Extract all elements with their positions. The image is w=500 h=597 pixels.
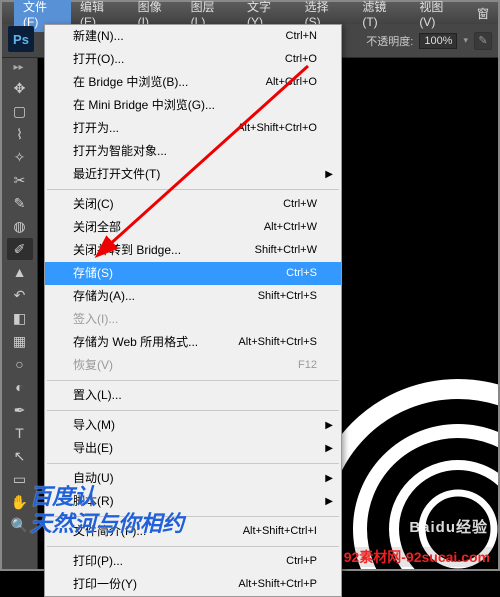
menu-item-shortcut: Ctrl+O (285, 51, 317, 68)
crop-tool[interactable]: ✂ (7, 169, 33, 191)
pen-tool[interactable]: ✒ (7, 399, 33, 421)
menu-item-shortcut: Ctrl+P (286, 553, 317, 570)
menu-item[interactable]: 打开为智能对象... (45, 140, 341, 163)
menu-item-shortcut: F12 (298, 357, 317, 374)
menu-separator (47, 410, 339, 411)
chevron-right-icon: ▶ (325, 166, 333, 183)
menu-item-label: 存储为(A)... (73, 288, 135, 305)
menubar-item[interactable]: 视图(V) (410, 0, 468, 32)
baidu-watermark: Baidu经验 (409, 516, 488, 537)
menu-item-label: 导入(M) (73, 417, 115, 434)
menu-item-shortcut: Alt+Shift+Ctrl+S (238, 334, 317, 351)
opacity-input[interactable]: 100% (419, 33, 457, 49)
chevron-right-icon: ▶ (325, 493, 333, 510)
menu-item[interactable]: 存储为(A)... Shift+Ctrl+S (45, 285, 341, 308)
menu-item: 签入(I)... (45, 308, 341, 331)
menu-item-label: 关闭并转到 Bridge... (73, 242, 181, 259)
move-tool[interactable]: ✥ (7, 77, 33, 99)
menu-item[interactable]: 导入(M) ▶ (45, 414, 341, 437)
menu-item[interactable]: 打印一份(Y) Alt+Shift+Ctrl+P (45, 573, 341, 596)
shape-tool[interactable]: ▭ (7, 468, 33, 490)
menu-separator (47, 380, 339, 381)
menu-item-shortcut: Alt+Ctrl+O (266, 74, 317, 91)
menu-item[interactable]: 关闭(C) Ctrl+W (45, 193, 341, 216)
menu-item[interactable]: 打开(O)... Ctrl+O (45, 48, 341, 71)
watermark-line1: 百度认 (30, 484, 184, 510)
menu-separator (47, 463, 339, 464)
menu-item[interactable]: 在 Bridge 中浏览(B)... Alt+Ctrl+O (45, 71, 341, 94)
gear-icon[interactable]: ✎ (474, 32, 492, 50)
menu-item-shortcut: Ctrl+W (283, 196, 317, 213)
menu-item[interactable]: 存储为 Web 所用格式... Alt+Shift+Ctrl+S (45, 331, 341, 354)
type-tool[interactable]: T (7, 422, 33, 444)
hand-tool[interactable]: ✋ (7, 491, 33, 513)
watermark-text: 百度认 天然河与你相约 (30, 484, 184, 537)
menu-item-label: 关闭(C) (73, 196, 114, 213)
opacity-label: 不透明度: (366, 33, 413, 49)
menu-item[interactable]: 新建(N)... Ctrl+N (45, 25, 341, 48)
menubar: 文件(F)编辑(E)图像(I)图层(L)文字(Y)选择(S)滤镜(T)视图(V)… (2, 2, 498, 24)
menu-item[interactable]: 最近打开文件(T) ▶ (45, 163, 341, 186)
menu-item-label: 在 Bridge 中浏览(B)... (73, 74, 188, 91)
zoom-tool[interactable]: 🔍 (7, 514, 33, 536)
menubar-item[interactable]: 窗 (468, 2, 498, 25)
menu-item[interactable]: 关闭全部 Alt+Ctrl+W (45, 216, 341, 239)
path-tool[interactable]: ↖ (7, 445, 33, 467)
menu-item-label: 最近打开文件(T) (73, 166, 160, 183)
menu-item-shortcut: Shift+Ctrl+W (255, 242, 317, 259)
menu-item-label: 打开为... (73, 120, 119, 137)
menu-item-label: 签入(I)... (73, 311, 118, 328)
sucai-watermark: 92素材网-92sucai.com (342, 547, 492, 567)
menu-item-label: 在 Mini Bridge 中浏览(G)... (73, 97, 215, 114)
menu-item-label: 打开(O)... (73, 51, 124, 68)
menu-item-label: 恢复(V) (73, 357, 113, 374)
watermark-line2: 天然河与你相约 (30, 511, 184, 537)
eraser-tool[interactable]: ◧ (7, 307, 33, 329)
menu-item: 恢复(V) F12 (45, 354, 341, 377)
menu-item-label: 打开为智能对象... (73, 143, 167, 160)
chevron-right-icon: ▶ (325, 417, 333, 434)
menu-item[interactable]: 置入(L)... (45, 384, 341, 407)
app-logo: Ps (8, 26, 34, 52)
heal-tool[interactable]: ◍ (7, 215, 33, 237)
menubar-item[interactable]: 滤镜(T) (353, 0, 410, 32)
menu-item-shortcut: Ctrl+S (286, 265, 317, 282)
menu-item[interactable]: 打印(P)... Ctrl+P (45, 550, 341, 573)
menu-item[interactable]: 导出(E) ▶ (45, 437, 341, 460)
eyedropper-tool[interactable]: ✎ (7, 192, 33, 214)
menu-item-label: 存储为 Web 所用格式... (73, 334, 198, 351)
menu-item-shortcut: Alt+Shift+Ctrl+P (238, 576, 317, 593)
menu-item-shortcut: Alt+Shift+Ctrl+O (237, 120, 317, 137)
marquee-tool[interactable]: ▢ (7, 100, 33, 122)
menu-item-label: 导出(E) (73, 440, 113, 457)
menu-item-shortcut: Ctrl+N (286, 28, 317, 45)
history-brush-tool[interactable]: ↶ (7, 284, 33, 306)
menu-item-label: 新建(N)... (73, 28, 124, 45)
menu-item-label: 打印(P)... (73, 553, 123, 570)
menu-item-label: 置入(L)... (73, 387, 122, 404)
blur-tool[interactable]: ○ (7, 353, 33, 375)
menu-item-label: 存储(S) (73, 265, 113, 282)
menu-separator (47, 546, 339, 547)
dodge-tool[interactable]: ◐ (7, 376, 33, 398)
menu-item-shortcut: Shift+Ctrl+S (258, 288, 317, 305)
menu-item-shortcut: Alt+Ctrl+W (264, 219, 317, 236)
menu-item[interactable]: 存储(S) Ctrl+S (45, 262, 341, 285)
menu-item[interactable]: 关闭并转到 Bridge... Shift+Ctrl+W (45, 239, 341, 262)
menu-item-shortcut: Alt+Shift+Ctrl+I (243, 523, 317, 540)
menu-item[interactable]: 在 Mini Bridge 中浏览(G)... (45, 94, 341, 117)
brush-tool[interactable]: ✐ (7, 238, 33, 260)
expand-grip-icon[interactable]: ▸▸ (14, 62, 26, 72)
menu-item-label: 关闭全部 (73, 219, 121, 236)
dropdown-icon[interactable]: ▾ (463, 35, 468, 46)
chevron-right-icon: ▶ (325, 440, 333, 457)
menu-item[interactable]: 打开为... Alt+Shift+Ctrl+O (45, 117, 341, 140)
wand-tool[interactable]: ✧ (7, 146, 33, 168)
gradient-tool[interactable]: ▦ (7, 330, 33, 352)
stamp-tool[interactable]: ▲ (7, 261, 33, 283)
menu-separator (47, 189, 339, 190)
lasso-tool[interactable]: ⌇ (7, 123, 33, 145)
chevron-right-icon: ▶ (325, 470, 333, 487)
menu-item-label: 打印一份(Y) (73, 576, 137, 593)
